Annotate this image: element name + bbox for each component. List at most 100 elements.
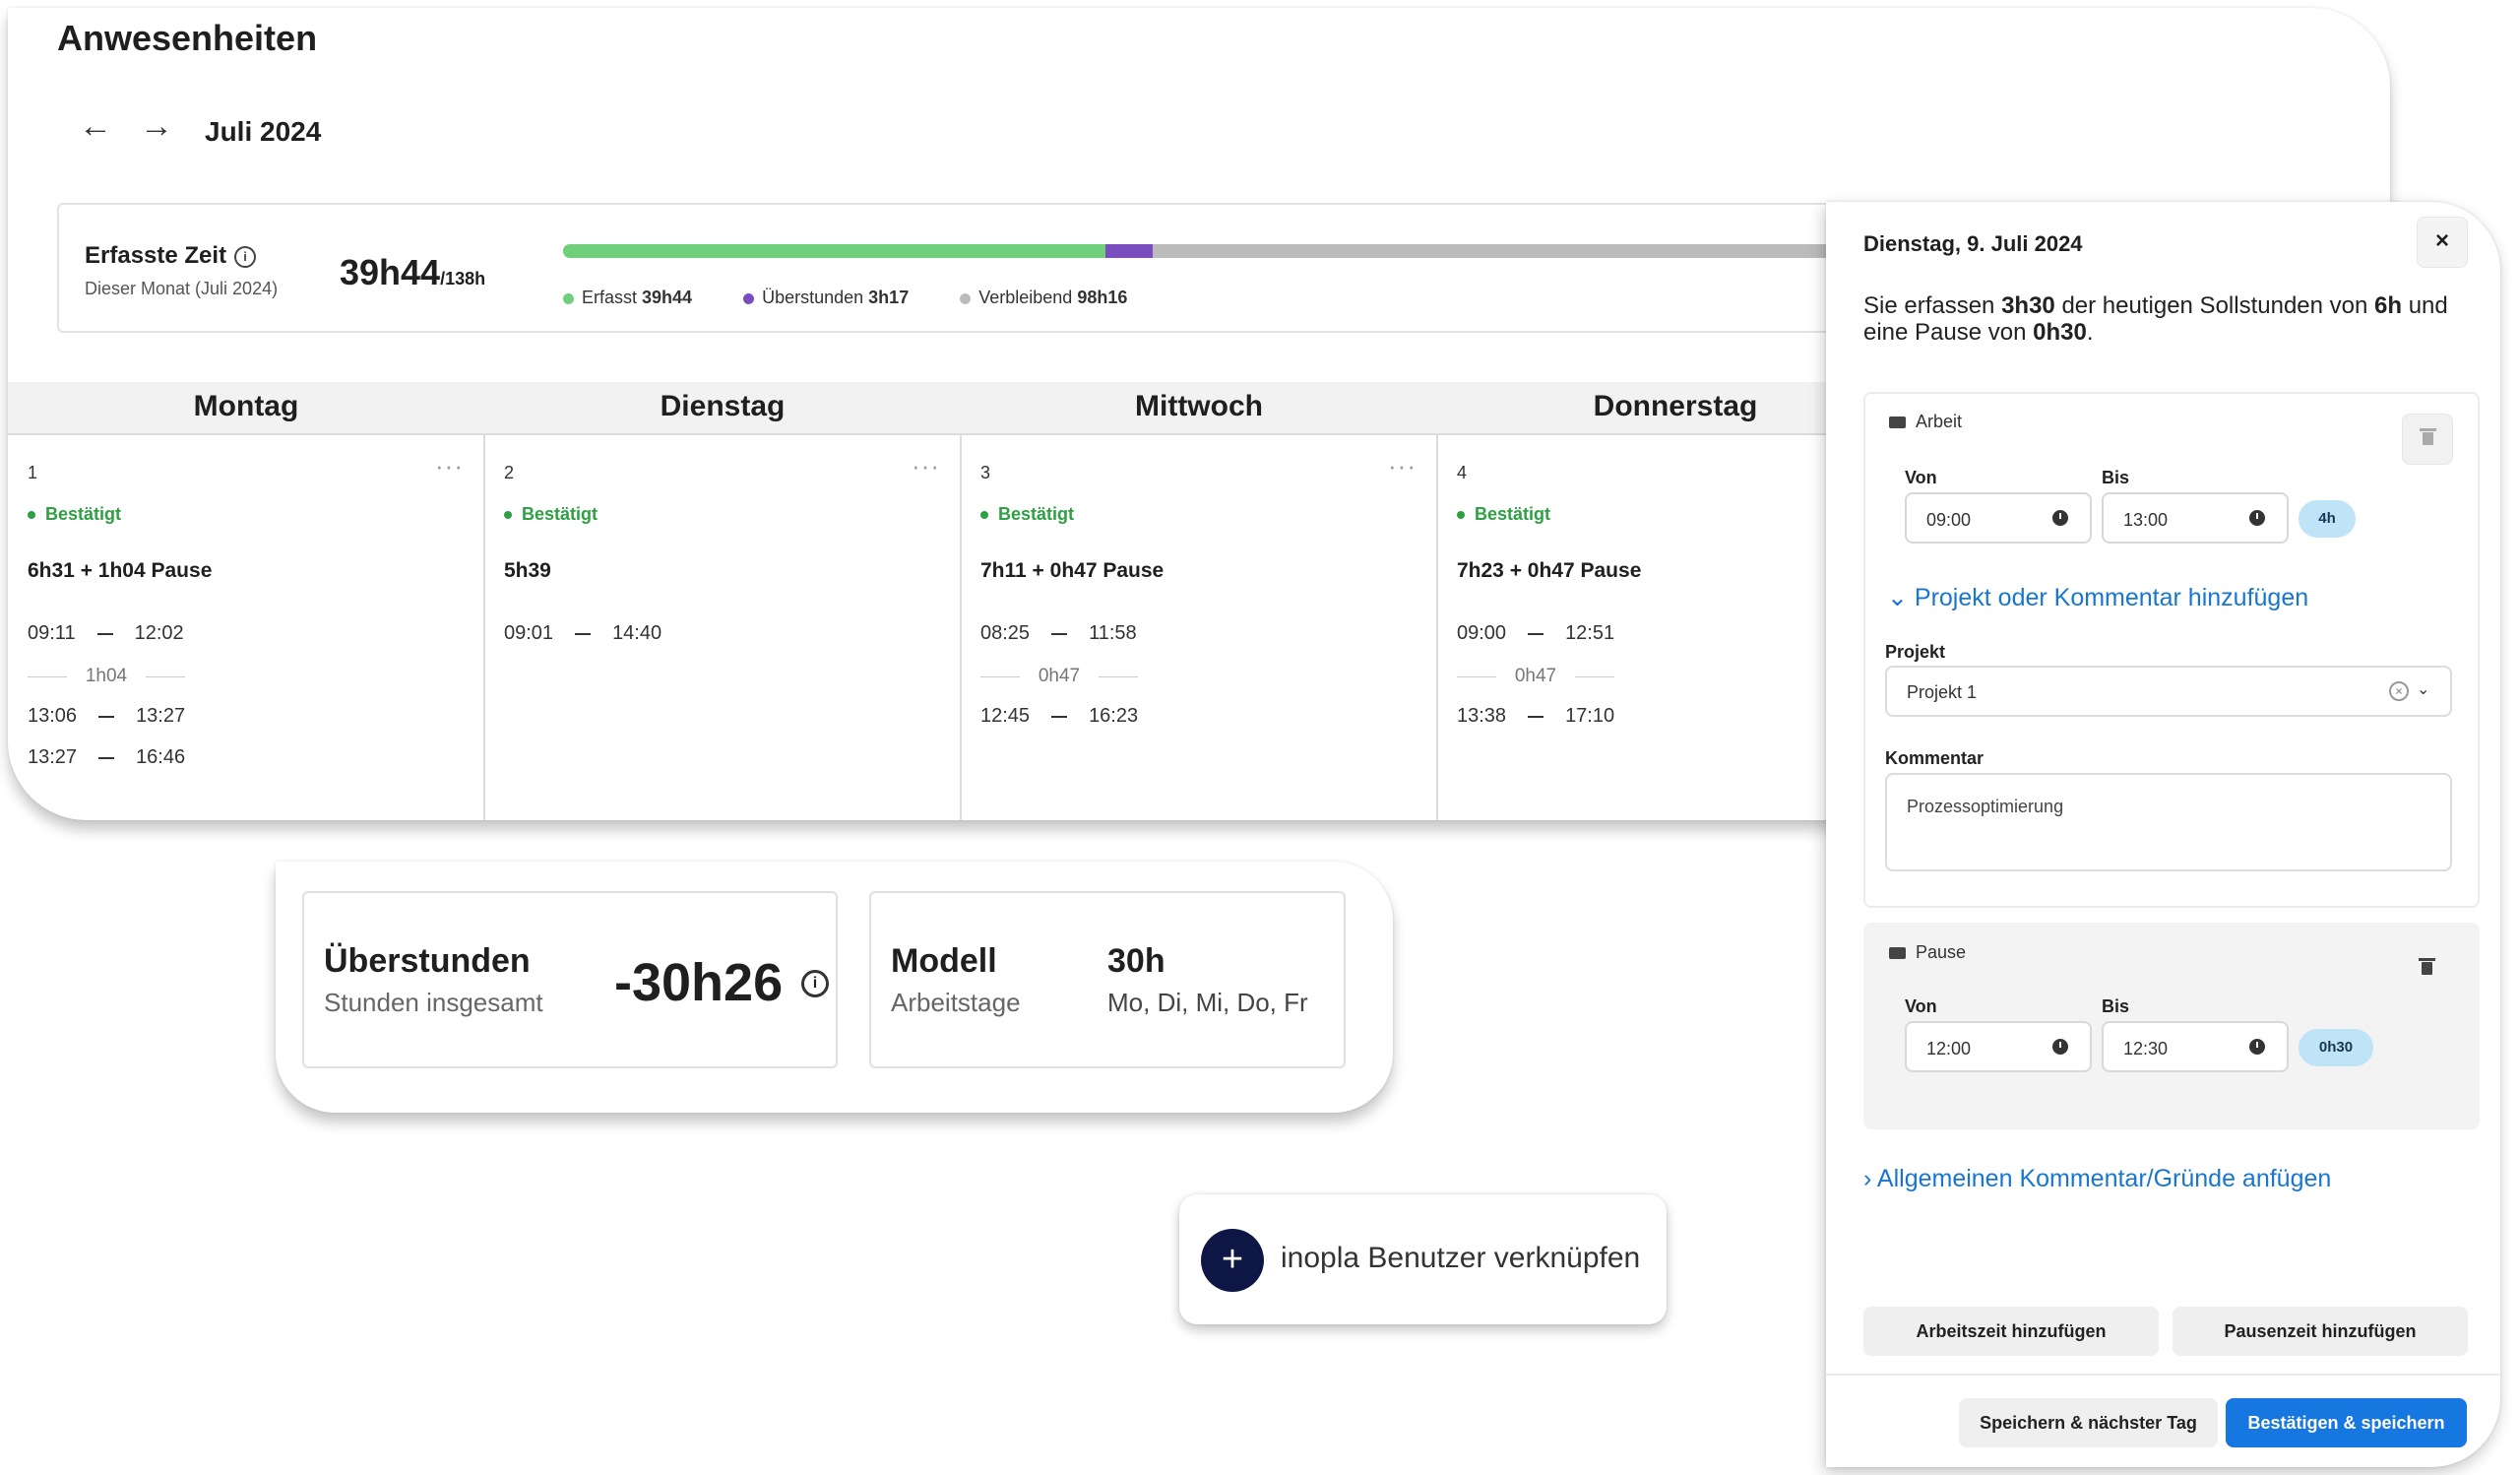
stats-total: 39h44/138h	[340, 252, 486, 292]
prev-month-icon[interactable]: ←	[79, 106, 112, 146]
link-user-button[interactable]: + inopla Benutzer verknüpfen	[1179, 1194, 1667, 1324]
project-select[interactable]: Projekt 1 × ⌄	[1885, 666, 2452, 717]
stats-sub: Dieser Monat (Juli 2024)	[85, 279, 279, 298]
close-icon[interactable]: ×	[2417, 217, 2468, 268]
comment-textarea[interactable]: Prozessoptimierung	[1885, 773, 2452, 871]
status-badge: Bestätigt	[28, 504, 121, 525]
pause-to-input[interactable]: 12:30	[2102, 1021, 2289, 1072]
chevron-down-icon: ⌄	[2417, 681, 2430, 698]
comment-label: Kommentar	[1885, 748, 1984, 768]
work-header: Arbeit	[1889, 412, 1962, 432]
clock-icon	[2052, 510, 2068, 526]
progress-overtime	[1105, 244, 1153, 258]
day-number: 4	[1457, 463, 1468, 482]
panel-date: Dienstag, 9. Juli 2024	[1863, 231, 2083, 256]
legend-remaining: Verbleibend 98h16	[960, 288, 1127, 308]
more-icon[interactable]: ···	[1388, 451, 1417, 481]
overtime-card: Überstunden Stunden insgesamt -30h26 i M…	[276, 862, 1393, 1113]
general-comment-link[interactable]: › Allgemeinen Kommentar/Gründe anfügen	[1863, 1165, 2331, 1193]
legend-recorded: Erfasst 39h44	[563, 288, 692, 308]
work-to-label: Bis	[2102, 468, 2130, 487]
clear-icon[interactable]: ×	[2389, 681, 2409, 701]
day-summary: 7h11 + 0h47 Pause	[980, 559, 1165, 582]
pause-block: Pause Von Bis 12:00 12:30 0h30	[1863, 923, 2480, 1129]
day-number: 2	[504, 463, 515, 482]
link-user-label: inopla Benutzer verknüpfen	[1281, 1242, 1641, 1274]
model-sub: Arbeitstage	[891, 988, 1021, 1017]
day-cell-2[interactable]: 2 ··· Bestätigt 5h39 09:01 14:40	[484, 433, 962, 820]
day-edit-panel: Dienstag, 9. Juli 2024 × Sie erfassen 3h…	[1826, 202, 2500, 1467]
work-block: Arbeit Von Bis 09:00 13:00 4h ⌄ Projekt …	[1863, 392, 2480, 908]
delete-pause-icon[interactable]	[2402, 944, 2451, 994]
pause-entry: 0h47	[1457, 666, 1614, 687]
panel-info: Sie erfassen 3h30 der heutigen Sollstund…	[1863, 292, 2448, 346]
time-entry: 09:00 12:51	[1457, 622, 1615, 644]
page-title: Anwesenheiten	[57, 18, 318, 58]
model-title: Modell	[891, 942, 997, 980]
project-label: Projekt	[1885, 642, 1946, 662]
month-label: Juli 2024	[205, 116, 322, 147]
chevron-down-icon: ⌄	[1887, 584, 1915, 611]
overtime-sub: Stunden insgesamt	[324, 988, 543, 1017]
more-icon[interactable]: ···	[435, 451, 464, 481]
model-hours: 30h	[1107, 942, 1166, 980]
pause-entry: 1h04	[28, 666, 185, 687]
clock-icon	[2052, 1039, 2068, 1055]
model-kpi: Modell Arbeitstage 30h Mo, Di, Mi, Do, F…	[869, 891, 1346, 1068]
work-from-label: Von	[1905, 468, 1937, 487]
day-cell-3[interactable]: 3 ··· Bestätigt 7h11 + 0h47 Pause 08:25 1…	[961, 433, 1438, 820]
time-entry: 09:01 14:40	[504, 622, 662, 644]
progress-recorded	[563, 244, 1105, 258]
stats-label: Erfasste Zeit i	[85, 242, 257, 270]
day-summary: 7h23 + 0h47 Pause	[1457, 559, 1642, 582]
add-work-button[interactable]: Arbeitszeit hinzufügen	[1863, 1307, 2159, 1356]
day-name-montag: Montag	[193, 390, 299, 422]
confirm-save-button[interactable]: Bestätigen & speichern	[2226, 1398, 2467, 1447]
pause-header: Pause	[1889, 942, 1966, 963]
pause-duration-badge: 0h30	[2299, 1029, 2373, 1066]
progress-legend: Erfasst 39h44 Überstunden 3h17 Verbleibe…	[563, 288, 1127, 308]
work-from-input[interactable]: 09:00	[1905, 492, 2092, 544]
info-icon[interactable]: i	[801, 970, 829, 997]
work-duration-badge: 4h	[2299, 500, 2356, 538]
pause-from-input[interactable]: 12:00	[1905, 1021, 2092, 1072]
overtime-title: Überstunden	[324, 942, 531, 980]
day-number: 1	[28, 463, 38, 482]
pause-from-label: Von	[1905, 996, 1937, 1016]
add-pause-button[interactable]: Pausenzeit hinzufügen	[2173, 1307, 2468, 1356]
status-badge: Bestätigt	[504, 504, 598, 525]
coffee-icon	[1889, 947, 1906, 960]
legend-overtime: Überstunden 3h17	[743, 288, 909, 308]
day-name-mittwoch: Mittwoch	[1135, 390, 1263, 422]
day-cell-1[interactable]: 1 ··· Bestätigt 6h31 + 1h04 Pause 09:11 1…	[8, 433, 485, 820]
plus-icon: +	[1201, 1229, 1264, 1292]
clock-icon	[2249, 510, 2265, 526]
work-to-input[interactable]: 13:00	[2102, 492, 2289, 544]
overtime-kpi: Überstunden Stunden insgesamt -30h26 i	[302, 891, 838, 1068]
status-badge: Bestätigt	[980, 504, 1074, 525]
time-entry: 13:27 16:46	[28, 746, 186, 768]
time-entry: 12:45 16:23	[980, 705, 1139, 727]
briefcase-icon	[1889, 417, 1906, 429]
panel-divider	[1826, 1374, 2500, 1376]
toggle-project-comment[interactable]: ⌄ Projekt oder Kommentar hinzufügen	[1887, 583, 2308, 612]
time-entry: 13:38 17:10	[1457, 705, 1615, 727]
info-icon[interactable]: i	[234, 245, 257, 268]
day-summary: 5h39	[504, 559, 551, 582]
clock-icon	[2249, 1039, 2265, 1055]
next-month-icon[interactable]: →	[140, 106, 173, 146]
chevron-right-icon: ›	[1863, 1165, 1877, 1192]
model-days: Mo, Di, Mi, Do, Fr	[1107, 988, 1308, 1017]
day-number: 3	[980, 463, 991, 482]
more-icon[interactable]: ···	[912, 451, 940, 481]
overtime-value: -30h26	[614, 953, 784, 1012]
pause-entry: 0h47	[980, 666, 1138, 687]
save-next-button[interactable]: Speichern & nächster Tag	[1959, 1398, 2218, 1447]
time-entry: 13:06 13:27	[28, 705, 186, 727]
time-entry: 08:25 11:58	[980, 622, 1137, 644]
day-summary: 6h31 + 1h04 Pause	[28, 559, 213, 582]
pause-to-label: Bis	[2102, 996, 2130, 1016]
time-entry: 09:11 12:02	[28, 622, 184, 644]
delete-work-icon[interactable]	[2402, 414, 2453, 465]
day-name-dienstag: Dienstag	[660, 390, 786, 422]
